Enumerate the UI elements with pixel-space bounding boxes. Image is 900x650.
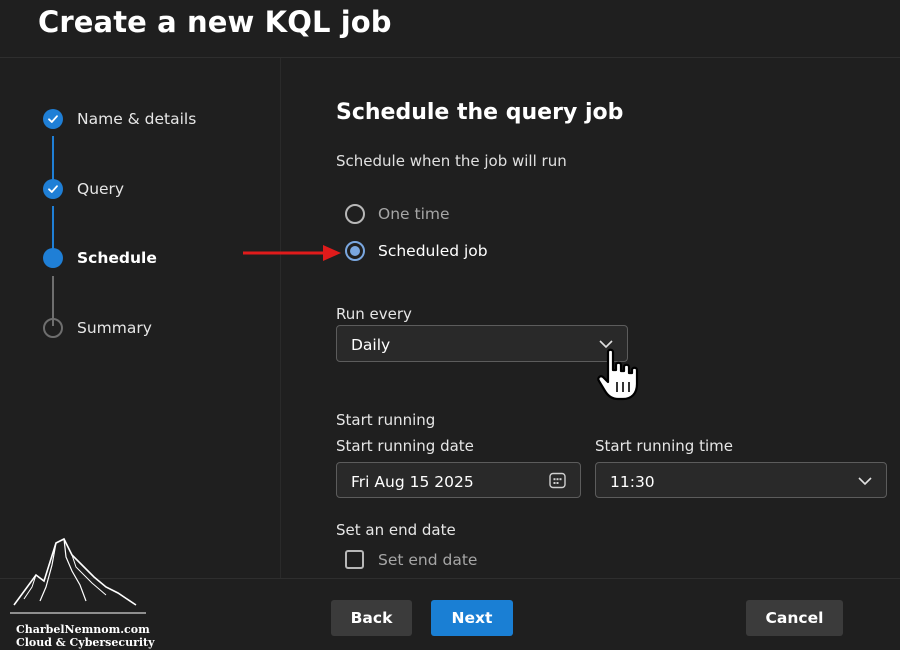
- panel-divider: [280, 58, 281, 578]
- radio-label: One time: [378, 205, 450, 223]
- section-subtitle: Schedule when the job will run: [336, 152, 567, 170]
- end-date-label: Set an end date: [336, 521, 456, 539]
- step-current-dot: [43, 248, 63, 268]
- mountain-logo-icon: [10, 537, 150, 614]
- start-date-label: Start running date: [336, 437, 474, 455]
- checkmark-icon: [48, 115, 58, 123]
- hand-pointer-icon: [597, 348, 639, 401]
- step-label: Query: [77, 180, 125, 198]
- start-time-value: 11:30: [610, 473, 655, 491]
- step-label: Schedule: [77, 249, 157, 267]
- step-done-dot: [43, 179, 63, 199]
- red-arrow-icon: [243, 245, 341, 261]
- header: Create a new KQL job: [0, 0, 900, 58]
- watermark-line1: CharbelNemnom.com: [16, 623, 150, 636]
- start-time-label: Start running time: [595, 437, 733, 455]
- page-title: Create a new KQL job: [38, 5, 392, 39]
- next-button[interactable]: Next: [431, 600, 513, 636]
- start-date-value: Fri Aug 15 2025: [351, 473, 474, 491]
- step-label: Summary: [77, 319, 152, 337]
- calendar-icon[interactable]: [549, 472, 566, 489]
- section-title: Schedule the query job: [336, 100, 624, 125]
- set-end-date-label: Set end date: [378, 551, 478, 569]
- set-end-date-checkbox[interactable]: [345, 550, 364, 569]
- run-every-label: Run every: [336, 305, 412, 323]
- start-running-label: Start running: [336, 411, 436, 429]
- radio-button[interactable]: [345, 204, 365, 224]
- run-every-dropdown[interactable]: Daily: [336, 325, 628, 362]
- watermark-line2: Cloud & Cybersecurity: [16, 636, 155, 649]
- radio-button[interactable]: [345, 241, 365, 261]
- step-done-dot: [43, 109, 63, 129]
- run-every-value: Daily: [351, 336, 391, 354]
- watermark-logo: CharbelNemnom.com Cloud & Cybersecurity: [6, 535, 155, 650]
- step-pending-dot: [43, 318, 63, 338]
- checkmark-icon: [48, 185, 58, 193]
- back-button[interactable]: Back: [331, 600, 412, 636]
- step-label: Name & details: [77, 110, 197, 128]
- wizard-steps: Name & details Query Schedule Summary: [0, 58, 280, 578]
- radio-label: Scheduled job: [378, 242, 488, 260]
- start-time-dropdown[interactable]: 11:30: [595, 462, 887, 498]
- chevron-down-icon: [858, 477, 872, 486]
- cancel-button[interactable]: Cancel: [746, 600, 843, 636]
- start-date-picker[interactable]: Fri Aug 15 2025: [336, 462, 581, 498]
